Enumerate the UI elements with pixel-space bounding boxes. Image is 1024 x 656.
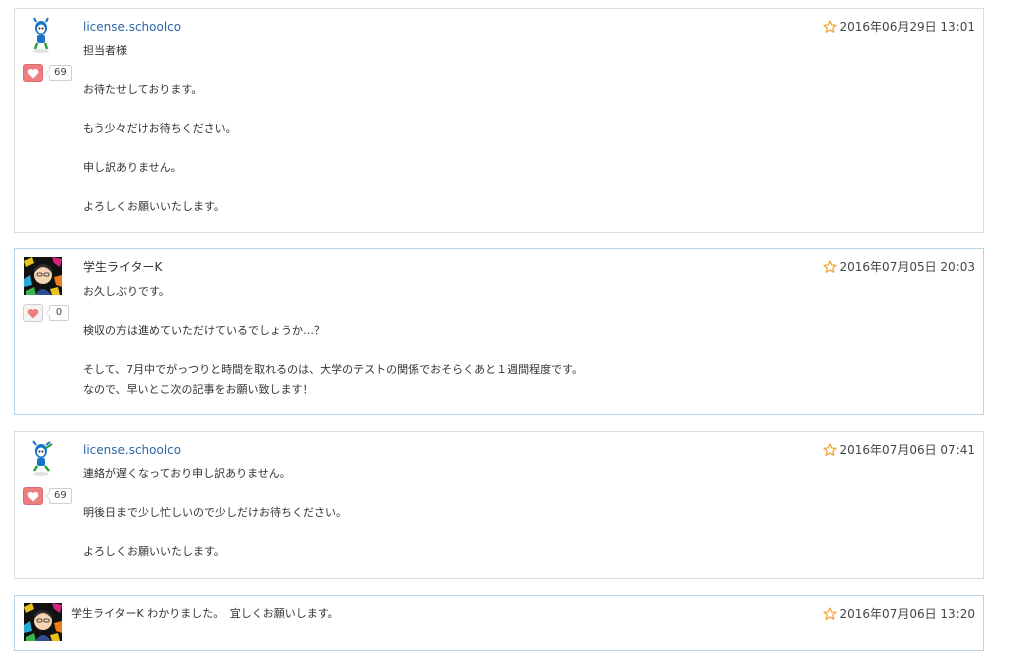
mascot-avatar-icon[interactable] (24, 440, 62, 478)
star-outline-icon[interactable] (822, 443, 837, 457)
comment-line: よろしくお願いいたします。 (83, 545, 225, 558)
user-photo-avatar-icon[interactable] (24, 603, 62, 641)
like-button[interactable] (23, 64, 43, 82)
comment-text: わかりました。 宜しくお願いします。 (147, 607, 339, 620)
like-button[interactable] (23, 487, 43, 505)
comment-body: 連絡が遅くなっており申し訳ありません。 明後日まで少し忙しいので少しだけお待ちく… (83, 464, 347, 562)
comment-author[interactable]: license.schoolco (83, 442, 181, 458)
like-widget: 0 (23, 304, 69, 322)
comment-date-text: 2016年06月29日 13:01 (839, 20, 975, 34)
like-widget: 69 (23, 487, 72, 505)
comment-body: お久しぶりです。 検収の方は進めていただけているでしょうか…？ そして、7月中で… (83, 282, 583, 399)
comment-card: 学生ライターK わかりました。 宜しくお願いします。 2016年07月06日 1… (14, 595, 984, 651)
comment-line: 申し訳ありません。 (83, 161, 182, 174)
comment-line: 検収の方は進めていただけているでしょうか…？ (83, 324, 325, 337)
star-outline-icon[interactable] (822, 607, 837, 621)
like-button[interactable] (23, 304, 43, 322)
comment-date-text: 2016年07月05日 20:03 (839, 260, 975, 274)
comment-line: なので、早いとこ次の記事をお願い致します！ (83, 382, 314, 396)
comment-line: お待たせしております。 (83, 83, 203, 96)
comment-line: 担当者様 (83, 44, 127, 57)
comment-line: 連絡が遅くなっており申し訳ありません。 (83, 467, 291, 480)
like-count: 0 (45, 305, 69, 321)
comment-card: 69 license.schoolco 2016年06月29日 13:01 担当… (14, 8, 984, 233)
comment-date-text: 2016年07月06日 07:41 (839, 443, 975, 457)
comment-card: 0 学生ライターK 2016年07月05日 20:03 お久しぶりです。 検収の… (14, 248, 984, 415)
heart-icon (27, 491, 39, 501)
comment-author: 学生ライターK (83, 260, 163, 274)
like-count: 69 (45, 488, 72, 504)
comment-line: 明後日まで少し忙しいので少しだけお待ちください。 (83, 506, 347, 519)
comment-line: そして、7月中でがっつりと時間を取れるのは、大学のテストの関係でおそらくあと１週… (83, 363, 584, 376)
heart-icon (27, 308, 39, 318)
heart-icon (27, 68, 39, 78)
comment-body: 担当者様 お待たせしております。 もう少々だけお待ちください。 申し訳ありません… (83, 41, 237, 217)
comment-line: よろしくお願いいたします。 (83, 200, 225, 213)
comment-line: もう少々だけお待ちください。 (83, 122, 237, 135)
comment-date: 2016年07月05日 20:03 (822, 259, 975, 275)
user-photo-avatar-icon[interactable] (24, 257, 62, 295)
comment-line: お久しぶりです。 (83, 285, 170, 298)
comment-date-text: 2016年07月06日 13:20 (839, 607, 975, 621)
comment-date: 2016年07月06日 07:41 (822, 442, 975, 458)
comment-date: 2016年07月06日 13:20 (822, 606, 975, 622)
comment-author[interactable]: license.schoolco (83, 19, 181, 35)
comment-author: 学生ライターK (71, 607, 144, 620)
comment-date: 2016年06月29日 13:01 (822, 19, 975, 35)
like-widget: 69 (23, 64, 72, 82)
like-count: 69 (45, 65, 72, 81)
star-outline-icon[interactable] (822, 20, 837, 34)
comment-card: 69 license.schoolco 2016年07月06日 07:41 連絡… (14, 431, 984, 579)
star-outline-icon[interactable] (822, 260, 837, 274)
mascot-avatar-icon[interactable] (24, 17, 62, 55)
comment-inline: 学生ライターK わかりました。 宜しくお願いします。 (71, 606, 339, 622)
